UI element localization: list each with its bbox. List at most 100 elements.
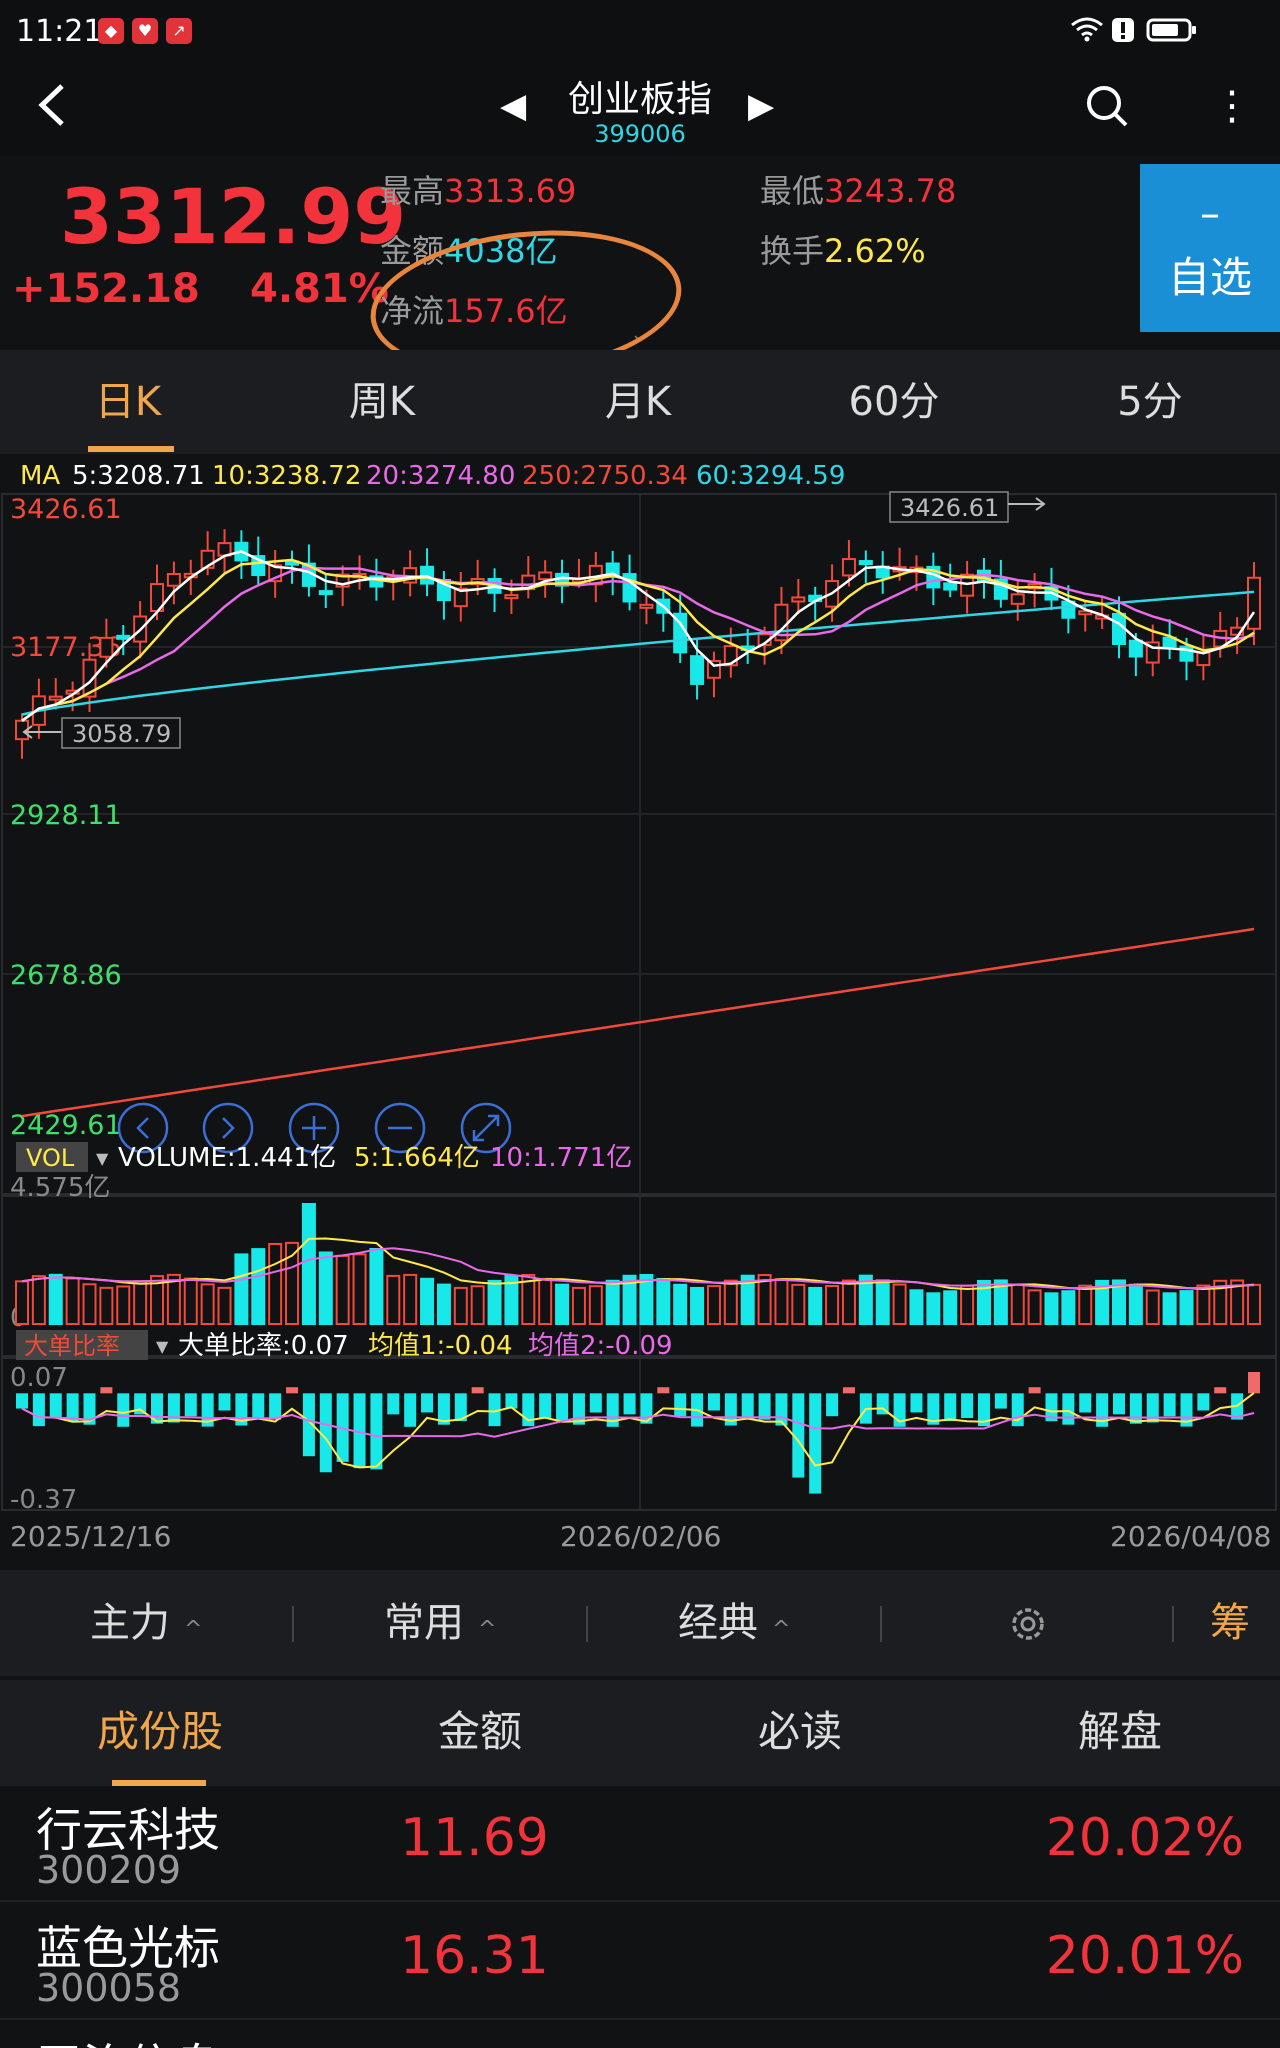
candle-body [858, 560, 873, 566]
ratio-min: -0.37 [10, 1485, 77, 1515]
high-row: 最高3313.69 [380, 166, 576, 212]
divider [880, 1606, 882, 1642]
table-row[interactable]: 行云科技 300209 11.69 20.02% [0, 1786, 1280, 1902]
ratio-bar [387, 1393, 400, 1415]
ratio-bar [944, 1393, 957, 1422]
volume-bar [403, 1273, 418, 1326]
search-icon[interactable] [1085, 84, 1129, 128]
date-mid: 2026/02/06 [560, 1520, 721, 1553]
volume-bar [251, 1248, 266, 1326]
wifi-icon [1070, 16, 1104, 49]
volume-bar [706, 1285, 721, 1325]
watchlist-button[interactable]: – 自选 [1140, 164, 1280, 332]
ratio-bar [16, 1393, 28, 1409]
toolbar-main-force[interactable]: 主力 ^ [90, 1570, 202, 1676]
volume-bar [82, 1283, 97, 1325]
next-index-button[interactable]: ▶ [748, 86, 774, 126]
ratio-bar [809, 1393, 822, 1494]
vol-dropdown-icon[interactable]: ▼ [96, 1149, 109, 1168]
ma10-label: 10:3238.72 [212, 461, 361, 491]
low-row: 最低3243.78 [760, 166, 956, 212]
chip-distribution-button[interactable]: 筹 [1210, 1570, 1250, 1676]
volume-bar [99, 1286, 114, 1326]
ratio-bar [1129, 1393, 1142, 1424]
candle-body [791, 596, 806, 603]
status-time: 11:21 [16, 14, 103, 49]
volume-bar [31, 1275, 46, 1325]
table-row[interactable]: 蓝色光标 300058 16.31 20.01% [0, 1904, 1280, 2020]
y-label-4: 2678.86 [10, 960, 122, 991]
ratio-dropdown-icon[interactable]: ▼ [156, 1337, 169, 1356]
tab-amount[interactable]: 金额 [320, 1680, 640, 1784]
kline-chart[interactable]: MA 5:3208.71 10:3238.72 20:3274.80 250:2… [0, 454, 1280, 1570]
volume-bar [690, 1286, 705, 1325]
candle-body [504, 594, 519, 600]
heart-app-icon: ♥ [132, 18, 158, 44]
tab-60min[interactable]: 60分 [794, 350, 994, 454]
battery-icon [1146, 16, 1198, 51]
tab-constituents[interactable]: 成份股 [0, 1680, 320, 1784]
caret-up-icon: ^ [184, 1617, 203, 1642]
more-menu-icon[interactable]: ⋮ [1212, 78, 1252, 134]
tab-analysis[interactable]: 解盘 [960, 1680, 1280, 1784]
volume-bar [1027, 1289, 1042, 1325]
ratio-frame [1, 1357, 1277, 1511]
volume-bar [673, 1283, 688, 1326]
divider [292, 1606, 294, 1642]
volume-bar [1078, 1284, 1093, 1325]
constituent-list: 行云科技 300209 11.69 20.02% 蓝色光标 300058 16.… [0, 1786, 1280, 2048]
main-force-label: 主力 [90, 1600, 170, 1646]
volume-bar [960, 1284, 975, 1325]
tab-must-read[interactable]: 必读 [640, 1680, 960, 1784]
ratio-bar [1028, 1387, 1041, 1394]
common-label: 常用 [384, 1600, 464, 1646]
ma-title: MA [20, 461, 60, 491]
ratio-tag-label: 大单比率 [24, 1332, 120, 1360]
tab-weekly-k[interactable]: 周K [282, 350, 482, 454]
ratio-bar [286, 1387, 299, 1394]
ratio-bar [623, 1393, 636, 1415]
remove-icon: – [1200, 191, 1220, 237]
volume-bar [926, 1292, 941, 1325]
tab-monthly-k[interactable]: 月K [538, 350, 738, 454]
table-row[interactable]: 平治信息 [0, 2022, 1280, 2048]
ratio-bar [1163, 1393, 1176, 1417]
volume-bar [943, 1290, 958, 1325]
stock-change-pct: 20.01% [1045, 1926, 1244, 1986]
tab-daily-k[interactable]: 日K [28, 350, 228, 454]
volume-bar [892, 1283, 907, 1326]
candle-body [841, 558, 856, 577]
volume-bar [116, 1285, 131, 1326]
volume-bar [133, 1280, 148, 1326]
ratio-bar [589, 1393, 602, 1413]
gear-icon[interactable] [1006, 1602, 1050, 1646]
toolbar-classic[interactable]: 经典 ^ [678, 1570, 790, 1676]
caret-up-icon: ^ [478, 1617, 497, 1642]
low-value: 3243.78 [824, 172, 957, 210]
volume-bar [555, 1283, 570, 1325]
candle-body [1128, 639, 1143, 658]
ratio-bar [910, 1393, 923, 1413]
ratio-bar [49, 1393, 62, 1418]
candle-body [690, 655, 705, 685]
ratio-bar [556, 1393, 569, 1422]
ma5-label: 5:3208.71 [72, 461, 205, 491]
ratio-bar [961, 1393, 974, 1418]
vol-ma5: 5:1.664亿 [354, 1143, 480, 1173]
volume-bar [352, 1253, 367, 1325]
app-notification-icon: ↗ [166, 18, 192, 44]
caret-up-icon: ^ [772, 1617, 791, 1642]
ratio-bars [16, 1372, 1260, 1494]
candle-body [48, 695, 63, 701]
candle-body [166, 573, 181, 587]
ratio-bar [758, 1393, 771, 1420]
ratio-bar [66, 1393, 79, 1422]
ma10-line [21, 558, 1255, 722]
tab-5min[interactable]: 5分 [1050, 350, 1250, 454]
notification-icon: ◆ [98, 18, 124, 44]
volume-bar [588, 1285, 603, 1326]
volume-bar [301, 1203, 316, 1325]
toolbar-common[interactable]: 常用 ^ [384, 1570, 496, 1676]
ma20-label: 20:3274.80 [366, 461, 515, 491]
volume-bar [1247, 1283, 1261, 1326]
